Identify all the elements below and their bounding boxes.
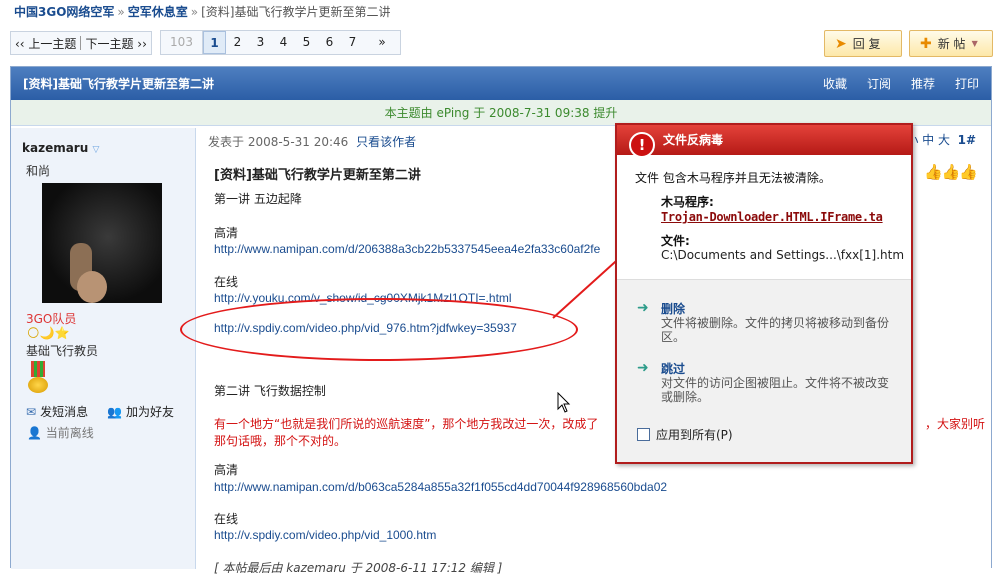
apply-all-label: 应用到所有(P) (656, 428, 733, 442)
delete-option-title: 删除 (661, 302, 686, 316)
arrow-right-icon: ➜ (637, 360, 649, 376)
dialog-title: 文件反病毒 (617, 125, 911, 155)
dialog-info: 文件 包含木马程序并且无法被清除。 木马程序: Trojan-Downloade… (617, 155, 911, 280)
skip-option-title: 跳过 (661, 362, 686, 376)
file-label: 文件: (661, 234, 690, 248)
file-path: C:\Documents and Settings...\fxx[1].htm (661, 248, 905, 262)
dialog-message: 文件 包含木马程序并且无法被清除。 (635, 171, 831, 185)
checkbox-box (637, 428, 650, 441)
trojan-name-link[interactable]: Trojan-Downloader.HTML.IFrame.ta (661, 210, 883, 224)
warning-icon: ! (629, 132, 655, 158)
skip-option-desc: 对文件的访问企图被阻止。文件将不被改变或删除。 (661, 376, 890, 404)
arrow-right-icon: ➜ (637, 300, 649, 316)
apply-all-checkbox[interactable]: 应用到所有(P) (637, 426, 733, 443)
mouse-cursor-icon (557, 392, 571, 413)
delete-option-desc: 文件将被删除。文件的拷贝将被移动到备份区。 (661, 316, 890, 344)
trojan-label: 木马程序: (661, 195, 714, 209)
dialog-options: ➜ 删除 文件将被删除。文件的拷贝将被移动到备份区。 ➜ 跳过 对文件的访问企图… (617, 280, 911, 462)
antivirus-dialog: ! 文件反病毒 文件 包含木马程序并且无法被清除。 木马程序: Trojan-D… (615, 123, 913, 464)
